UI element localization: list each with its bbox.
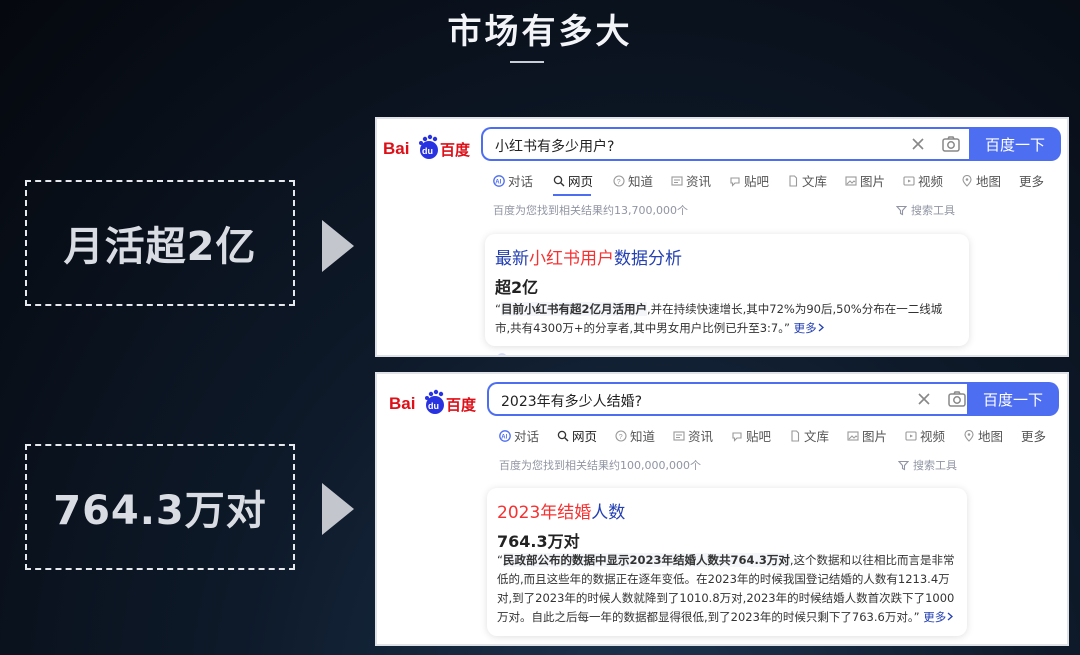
result-count: 百度为您找到相关结果约13,700,000个 (493, 204, 688, 217)
image-icon (845, 175, 857, 186)
tab-news[interactable]: 资讯 (671, 171, 711, 190)
tab-chat[interactable]: AI 对话 (499, 426, 539, 445)
svg-text:Bai: Bai (383, 139, 409, 158)
baidu-search-panel-2: Bai du 百度 2023年有多少人结婚? 百度一下 AI 对话 网页 ? 知道 … (375, 372, 1069, 646)
tab-wenku[interactable]: 文库 (789, 426, 829, 445)
map-icon (962, 174, 972, 187)
stat-box-users: 月活超2亿 (25, 180, 295, 306)
result-count: 百度为您找到相关结果约100,000,000个 (499, 459, 701, 472)
more-link[interactable]: 更多 (923, 610, 954, 624)
tieba-icon (730, 176, 740, 187)
news-icon (671, 175, 683, 186)
close-icon[interactable] (915, 390, 933, 408)
tab-more[interactable]: 更多 (1021, 426, 1046, 445)
filter-icon (898, 460, 909, 470)
doc-icon (789, 174, 798, 187)
tab-images[interactable]: 图片 (845, 171, 885, 190)
search-query[interactable]: 2023年有多少人结婚? (501, 391, 642, 411)
search-tools[interactable]: 搜索工具 (896, 202, 955, 218)
svg-text:?: ? (617, 179, 621, 186)
close-icon[interactable] (909, 135, 927, 153)
search-button[interactable]: 百度一下 (969, 127, 1061, 161)
search-icon (557, 430, 569, 441)
svg-text:du: du (428, 401, 439, 411)
tab-more[interactable]: 更多 (1019, 171, 1044, 190)
result-card: 2023年结婚人数 764.3万对 “民政部公布的数据中显示2023年结婚人数共… (487, 488, 967, 636)
map-icon (964, 429, 974, 442)
next-result-edge (497, 353, 507, 355)
camera-icon[interactable] (947, 390, 967, 408)
search-tabs: AI 对话 网页 ? 知道 资讯 贴吧 文库 图片 视频 地图 更多 (493, 171, 1049, 196)
search-button[interactable]: 百度一下 (967, 382, 1059, 416)
tab-video[interactable]: 视频 (905, 426, 945, 445)
doc-icon (791, 429, 800, 442)
tab-news[interactable]: 资讯 (673, 426, 713, 445)
search-tools[interactable]: 搜索工具 (898, 457, 957, 473)
result-answer: 764.3万对 (497, 532, 580, 551)
slide-title: 市场有多大 (447, 12, 633, 52)
video-icon (903, 175, 915, 186)
result-card: 最新小红书用户数据分析 超2亿 “目前小红书有超2亿月活用户,并在持续快速增长,… (485, 234, 969, 346)
tab-images[interactable]: 图片 (847, 426, 887, 445)
baidu-logo: Bai du 百度 (383, 134, 471, 159)
svg-text:du: du (422, 146, 433, 156)
baidu-search-panel-1: Bai du 百度 小红书有多少用户? 百度一下 AI 对话 网页 ? 知道 资讯 … (375, 117, 1069, 357)
search-icon (553, 175, 565, 186)
svg-text:AI: AI (495, 179, 501, 185)
result-title-link[interactable]: 2023年结婚人数 (497, 498, 625, 523)
ai-chat-icon: AI (499, 429, 511, 442)
ai-chat-icon: AI (493, 174, 505, 187)
stat-box-marriages: 764.3万对 (25, 444, 295, 570)
chevron-right-icon (947, 612, 954, 621)
search-tabs: AI 对话 网页 ? 知道 资讯 贴吧 文库 图片 视频 地图 更多 (499, 426, 1049, 446)
tab-tieba[interactable]: 贴吧 (731, 426, 771, 445)
play-arrow-icon (322, 220, 354, 272)
tab-zhidao[interactable]: ? 知道 (615, 426, 655, 445)
svg-text:百度: 百度 (446, 396, 477, 414)
question-icon: ? (613, 174, 625, 187)
search-input[interactable]: 2023年有多少人结婚? (487, 382, 977, 416)
camera-icon[interactable] (941, 135, 961, 153)
title-divider (510, 61, 544, 63)
filter-icon (896, 205, 907, 215)
svg-text:AI: AI (501, 434, 507, 440)
image-icon (847, 430, 859, 441)
tieba-icon (732, 431, 742, 442)
search-query[interactable]: 小红书有多少用户? (495, 136, 614, 156)
more-link[interactable]: 更多 (794, 321, 825, 335)
video-icon (905, 430, 917, 441)
tab-zhidao[interactable]: ? 知道 (613, 171, 653, 190)
search-input[interactable]: 小红书有多少用户? (481, 127, 971, 161)
result-title-link[interactable]: 最新小红书用户数据分析 (495, 244, 682, 269)
news-icon (673, 430, 685, 441)
tab-map[interactable]: 地图 (963, 426, 1003, 445)
result-snippet: “民政部公布的数据中显示2023年结婚人数共764.3万对,这个数据和以往相比而… (497, 553, 955, 624)
svg-text:?: ? (619, 434, 623, 441)
tab-chat[interactable]: AI 对话 (493, 171, 533, 190)
tab-web[interactable]: 网页 (557, 426, 597, 445)
result-answer: 超2亿 (495, 278, 539, 297)
chevron-right-icon (818, 323, 824, 332)
active-tab-indicator (553, 194, 591, 196)
tab-map[interactable]: 地图 (961, 171, 1001, 190)
svg-text:Bai: Bai (389, 394, 415, 413)
tab-web[interactable]: 网页 (553, 171, 593, 190)
tab-video[interactable]: 视频 (903, 171, 943, 190)
result-snippet: “目前小红书有超2亿月活用户,并在持续快速增长,其中72%为90后,50%分布在… (495, 302, 943, 335)
tab-tieba[interactable]: 贴吧 (729, 171, 769, 190)
tab-wenku[interactable]: 文库 (787, 171, 827, 190)
play-arrow-icon (322, 483, 354, 535)
question-icon: ? (615, 429, 627, 442)
baidu-logo: Bai du 百度 (389, 389, 477, 414)
svg-text:百度: 百度 (440, 141, 471, 159)
